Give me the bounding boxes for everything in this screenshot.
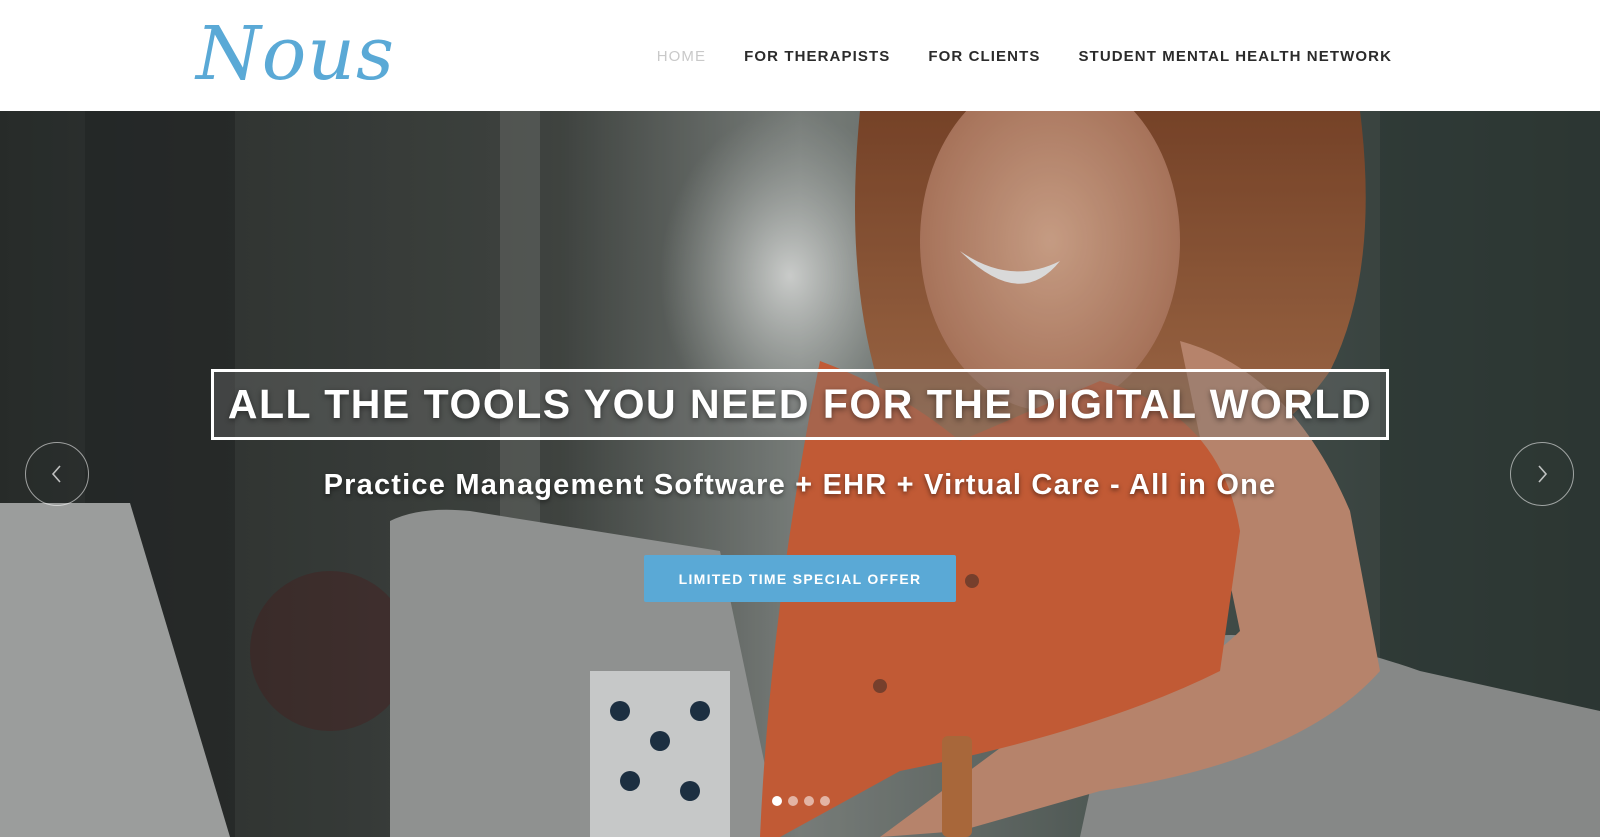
headline-frame: ALL THE TOOLS YOU NEED FOR THE DIGITAL W… — [211, 369, 1389, 440]
nav-link-student-mental-health-network[interactable]: STUDENT MENTAL HEALTH NETWORK — [1078, 48, 1392, 65]
carousel-pagination — [772, 796, 830, 806]
brand-logo[interactable]: Nous — [196, 14, 395, 94]
carousel-dot-4[interactable] — [820, 796, 830, 806]
carousel-next-button[interactable] — [1510, 442, 1574, 506]
carousel-dot-2[interactable] — [788, 796, 798, 806]
carousel-prev-button[interactable] — [25, 442, 89, 506]
hero-headline: ALL THE TOOLS YOU NEED FOR THE DIGITAL W… — [227, 381, 1373, 427]
carousel-dot-3[interactable] — [804, 796, 814, 806]
site-header: Nous HOME FOR THERAPISTS FOR CLIENTS STU… — [0, 0, 1600, 111]
nav-link-for-clients[interactable]: FOR CLIENTS — [928, 48, 1040, 65]
hero-slider: ALL THE TOOLS YOU NEED FOR THE DIGITAL W… — [0, 111, 1600, 837]
chevron-right-icon — [1538, 465, 1548, 483]
main-nav: HOME FOR THERAPISTS FOR CLIENTS STUDENT … — [657, 44, 1392, 68]
hero-caption: ALL THE TOOLS YOU NEED FOR THE DIGITAL W… — [0, 111, 1600, 837]
special-offer-button[interactable]: LIMITED TIME SPECIAL OFFER — [644, 555, 956, 602]
hero-subheadline: Practice Management Software + EHR + Vir… — [323, 469, 1277, 501]
carousel-dot-1[interactable] — [772, 796, 782, 806]
nav-link-home[interactable]: HOME — [657, 48, 706, 65]
chevron-left-icon — [51, 465, 61, 483]
nav-link-for-therapists[interactable]: FOR THERAPISTS — [744, 48, 890, 65]
